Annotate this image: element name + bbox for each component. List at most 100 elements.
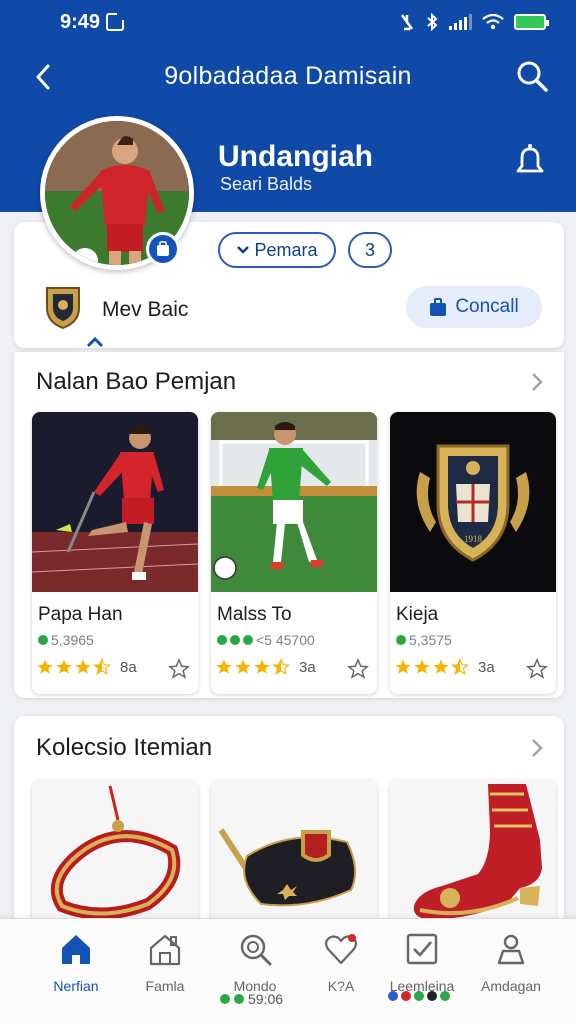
star-icon bbox=[395, 659, 411, 674]
club-name: Mev Baic bbox=[102, 298, 189, 321]
favorite-star-icon[interactable] bbox=[526, 658, 548, 680]
player-name: Papa Han bbox=[38, 604, 123, 625]
status-dot-icon bbox=[234, 994, 244, 1004]
nav-item-search[interactable]: Mondo bbox=[210, 931, 300, 994]
player-photo bbox=[32, 412, 198, 592]
wifi-icon bbox=[482, 14, 504, 30]
search-icon bbox=[517, 61, 548, 92]
notification-icon bbox=[106, 13, 125, 31]
nav-item-home[interactable]: Nerfian bbox=[31, 931, 121, 994]
lanyard-image bbox=[32, 780, 198, 930]
follow-button[interactable]: Pemara bbox=[218, 232, 336, 268]
profile-subtitle: Seari Balds bbox=[220, 174, 313, 194]
chevron-right-icon[interactable] bbox=[530, 372, 544, 392]
status-dot-icon bbox=[243, 635, 253, 645]
user-icon bbox=[497, 934, 525, 965]
nav-label: Famla bbox=[145, 978, 185, 994]
connect-label: Concall bbox=[455, 296, 519, 317]
nav-item-profile[interactable]: Amdagan bbox=[466, 931, 556, 994]
collection-item[interactable] bbox=[390, 780, 556, 930]
follow-label: Pemara bbox=[254, 239, 318, 260]
player-stat-value: 5,3575 bbox=[409, 632, 452, 648]
notification-button[interactable] bbox=[510, 140, 550, 180]
star-half-icon bbox=[451, 658, 469, 675]
status-bar: 9:49 bbox=[0, 0, 576, 44]
collection-item[interactable] bbox=[211, 780, 377, 930]
player-stat: 5,3965 bbox=[38, 632, 94, 648]
nav-item-favorites[interactable]: K?A bbox=[296, 931, 386, 994]
briefcase-icon bbox=[430, 298, 447, 316]
star-half-icon bbox=[272, 658, 290, 675]
status-time: 9:49 bbox=[60, 10, 101, 33]
chevron-right-icon[interactable] bbox=[530, 738, 544, 758]
collection-section-title: Kolecsio Itemian bbox=[36, 734, 213, 761]
club-crest-icon bbox=[46, 287, 80, 330]
rating-value: 3a bbox=[299, 658, 316, 676]
nav-extra-time: 59:06 bbox=[220, 991, 283, 1007]
svg-text:1918: 1918 bbox=[464, 534, 483, 544]
page-title: 9olbadadaa Damisain bbox=[164, 62, 412, 90]
bell-icon bbox=[516, 144, 544, 173]
badge-icon bbox=[157, 241, 169, 256]
rating-value: 3a bbox=[478, 658, 495, 676]
player-card[interactable]: Malss To <5 45700 3a bbox=[211, 412, 377, 694]
status-dot-icon bbox=[440, 991, 450, 1001]
star-icon bbox=[433, 659, 449, 674]
count-label: 3 bbox=[364, 239, 375, 260]
star-icon bbox=[254, 659, 270, 674]
wallet-image bbox=[211, 780, 377, 930]
status-dot-icon bbox=[396, 635, 406, 645]
boot-image bbox=[390, 780, 556, 930]
crest-photo: 1918 bbox=[390, 412, 556, 592]
status-dot-icon bbox=[220, 994, 230, 1004]
color-dots bbox=[388, 991, 450, 1001]
nav-extra-value: 59:06 bbox=[248, 991, 284, 1007]
checkbox-icon bbox=[406, 933, 438, 965]
player-card[interactable]: 1918 Kieja 5,3575 3a bbox=[390, 412, 556, 694]
status-dot-icon bbox=[414, 991, 424, 1001]
status-dot-icon bbox=[230, 635, 240, 645]
player-name: Malss To bbox=[217, 604, 292, 625]
nav-label: Amdagan bbox=[481, 978, 541, 994]
nav-label: K?A bbox=[327, 978, 355, 994]
player-stat-value: 5,3965 bbox=[51, 632, 94, 648]
bluetooth-icon bbox=[427, 13, 438, 31]
favorite-star-icon[interactable] bbox=[347, 658, 369, 680]
search-button[interactable] bbox=[514, 58, 550, 94]
star-rating: 8a bbox=[36, 658, 137, 676]
connect-button[interactable]: Concall bbox=[406, 286, 542, 328]
battery-icon bbox=[514, 14, 549, 30]
caret-up-icon bbox=[86, 336, 104, 348]
player-card[interactable]: Papa Han 5,3965 8a bbox=[32, 412, 198, 694]
players-section-title: Nalan Bao Pemjan bbox=[36, 368, 237, 395]
star-icon bbox=[56, 659, 72, 674]
bottom-navigation: Nerfian Famla Mondo K?A Leemleina Amdaga… bbox=[0, 918, 576, 1024]
signal-icon bbox=[449, 14, 472, 30]
collection-item[interactable] bbox=[32, 780, 198, 930]
status-dot-icon bbox=[38, 635, 48, 645]
status-dot-icon bbox=[217, 635, 227, 645]
nav-item-learning[interactable]: Leemleina bbox=[377, 931, 467, 994]
favorite-star-icon[interactable] bbox=[168, 658, 190, 680]
profile-name: Undangiah bbox=[218, 140, 373, 173]
player-name: Kieja bbox=[396, 604, 439, 625]
star-icon bbox=[75, 659, 91, 674]
house-icon bbox=[149, 934, 181, 966]
verified-badge bbox=[146, 232, 180, 266]
status-dot-icon bbox=[427, 991, 437, 1001]
player-photo bbox=[211, 412, 377, 592]
player-stat: <5 45700 bbox=[217, 632, 315, 648]
count-button[interactable]: 3 bbox=[348, 232, 392, 268]
player-stat: 5,3575 bbox=[396, 632, 452, 648]
star-icon bbox=[414, 659, 430, 674]
status-dot-icon bbox=[388, 991, 398, 1001]
star-icon bbox=[216, 659, 232, 674]
nav-label: Nerfian bbox=[53, 978, 99, 994]
star-icon bbox=[37, 659, 53, 674]
nav-item-family[interactable]: Famla bbox=[120, 931, 210, 994]
star-rating: 3a bbox=[394, 658, 495, 676]
rating-value: 8a bbox=[120, 658, 137, 676]
magnifier-icon bbox=[240, 934, 272, 966]
star-rating: 3a bbox=[215, 658, 316, 676]
mute-icon bbox=[400, 14, 414, 31]
